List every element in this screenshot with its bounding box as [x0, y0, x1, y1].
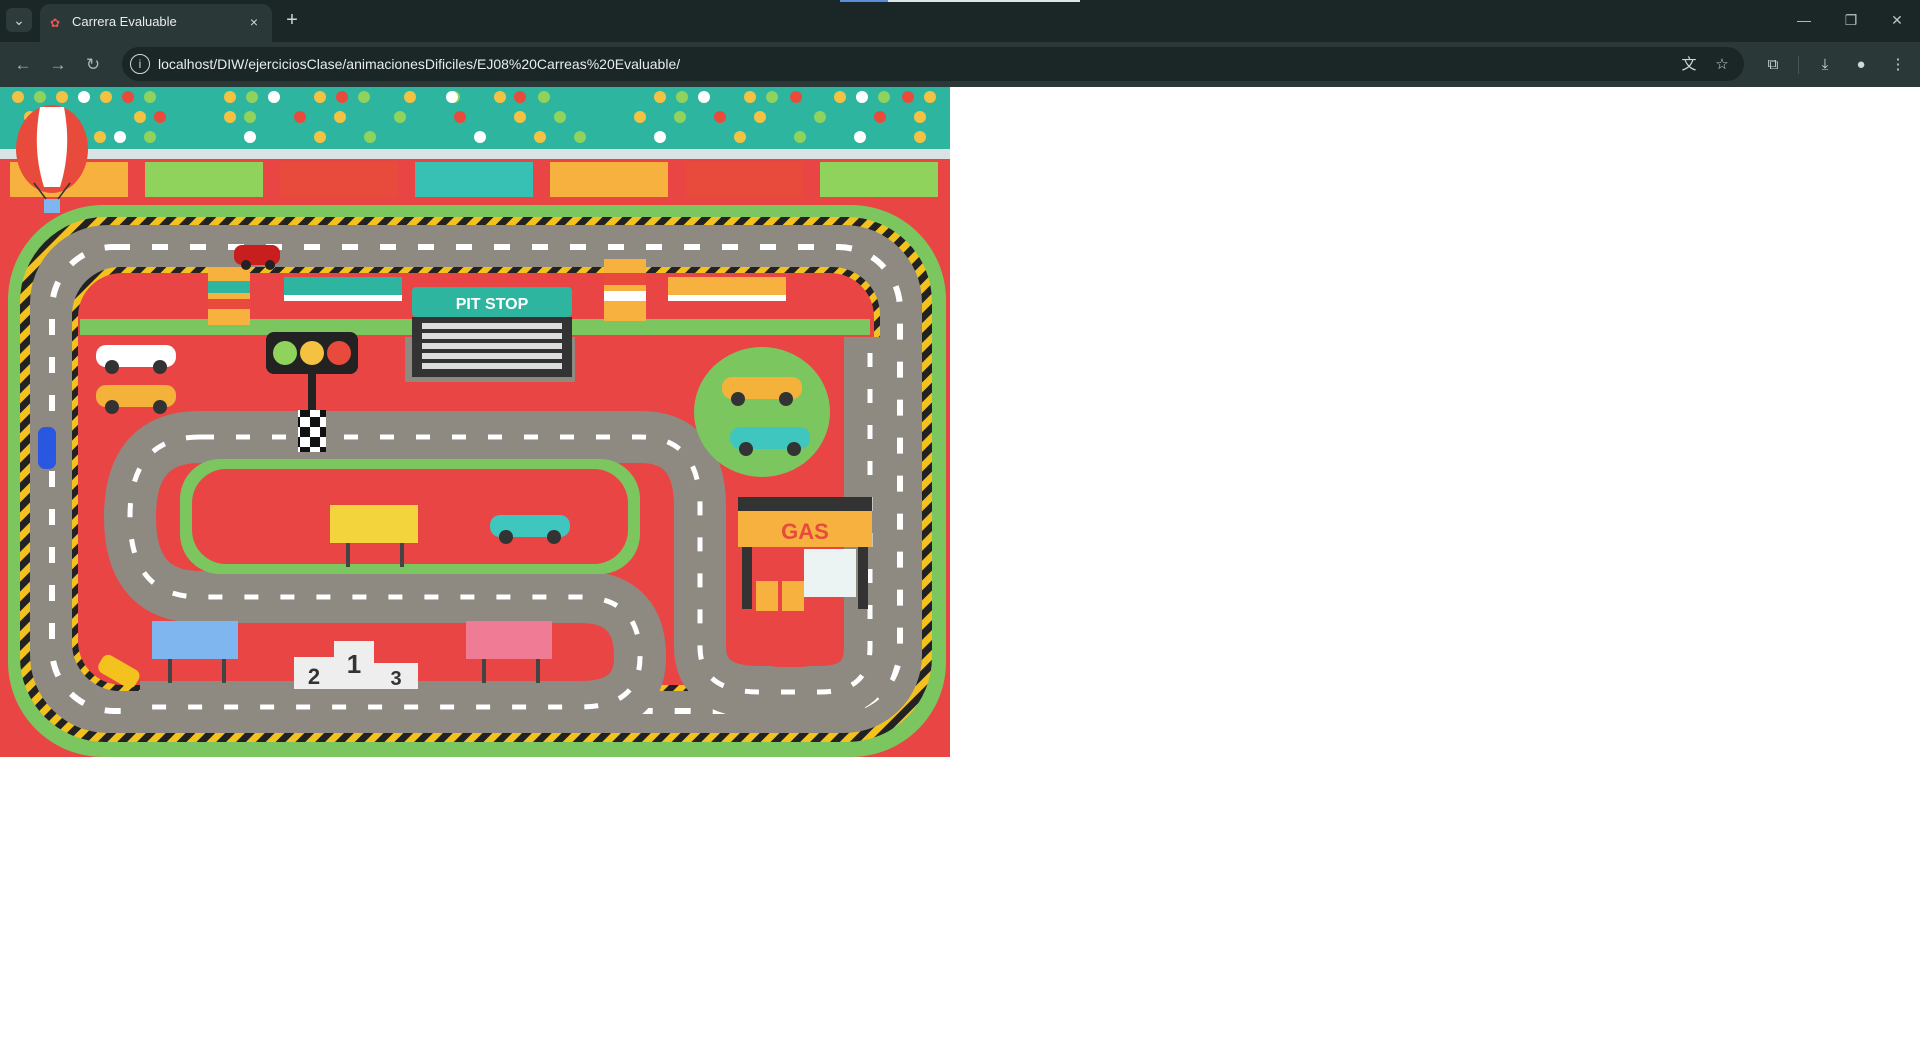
address-bar[interactable]: i localhost/DIW/ejerciciosClase/animacio… [122, 47, 1744, 81]
site-info-icon[interactable]: i [130, 54, 150, 74]
pit-stop-label: PIT STOP [456, 296, 529, 313]
toolbar-separator [1798, 56, 1799, 74]
parking-area [694, 347, 830, 477]
new-tab-button[interactable]: + [280, 9, 304, 33]
car-blue [38, 427, 56, 469]
reload-button[interactable]: ↻ [80, 52, 106, 78]
minimize-button[interactable]: — [1789, 8, 1819, 32]
sponsor-boards [10, 162, 938, 197]
puzzle-icon[interactable]: ⧉ [1760, 52, 1786, 78]
tab-title: Carrera Evaluable [72, 14, 177, 29]
finish-line [298, 410, 326, 452]
pit-stop-building: PIT STOP [405, 287, 575, 382]
back-button[interactable]: ← [10, 52, 36, 78]
star-icon[interactable]: ☆ [1711, 54, 1733, 76]
translate-icon[interactable]: 文 [1678, 54, 1700, 76]
toolbar: ← → ↻ i localhost/DIW/ejerciciosClase/an… [0, 42, 1920, 87]
podium-third: 3 [390, 668, 401, 690]
url-text[interactable]: localhost/DIW/ejerciciosClase/animacione… [158, 56, 680, 72]
gas-label: GAS [781, 519, 829, 544]
close-window-button[interactable]: ✕ [1882, 8, 1912, 32]
page-viewport: PIT STOP GAS 2 1 3 [0, 87, 1920, 1038]
tab-strip: ⌄ ✿ Carrera Evaluable × + — ❐ ✕ [0, 0, 1920, 42]
profile-icon[interactable]: ● [1848, 52, 1874, 78]
favicon-icon: ✿ [50, 16, 61, 30]
kebab-menu-icon[interactable]: ⋮ [1885, 52, 1911, 78]
browser-chrome: ⌄ ✿ Carrera Evaluable × + — ❐ ✕ ← → ↻ i … [0, 0, 1920, 87]
loading-indicator [840, 0, 1080, 2]
tab-close-icon[interactable]: × [244, 12, 264, 32]
forward-button[interactable]: → [45, 52, 71, 78]
podium-second: 2 [308, 664, 320, 689]
race-track-map: PIT STOP GAS 2 1 3 [0, 87, 950, 757]
download-icon[interactable]: ⤓ [1812, 52, 1838, 78]
restore-button[interactable]: ❐ [1836, 8, 1866, 32]
podium-first: 1 [347, 649, 361, 679]
tab-carrera-evaluable[interactable]: ✿ Carrera Evaluable × [40, 4, 272, 42]
tab-list-button[interactable]: ⌄ [6, 8, 32, 32]
